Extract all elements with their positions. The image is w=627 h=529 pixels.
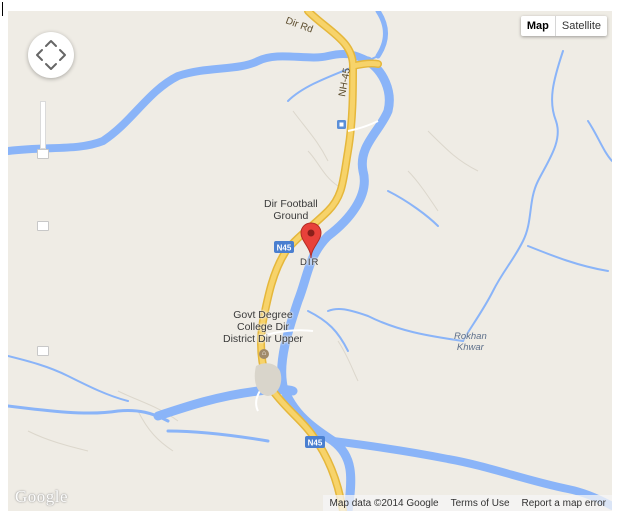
terrain-lines bbox=[27, 110, 479, 452]
zoom-in-button[interactable] bbox=[37, 149, 49, 159]
pan-control-icon bbox=[36, 40, 66, 70]
n45-shield-a: N45 bbox=[274, 241, 294, 253]
n45-shield-b: N45 bbox=[305, 436, 325, 448]
terms-of-use-link[interactable]: Terms of Use bbox=[445, 498, 516, 509]
google-logo-text: Google bbox=[15, 487, 69, 506]
place-dir-football-ground: Dir Football Ground bbox=[264, 198, 318, 222]
text-cursor bbox=[2, 2, 3, 16]
google-logo[interactable]: Google bbox=[15, 487, 68, 507]
report-map-error-link[interactable]: Report a map error bbox=[516, 498, 612, 509]
rokhan-khwar-label: Rokhan Khwar bbox=[454, 331, 487, 353]
map-type-control: Map Satellite bbox=[520, 16, 607, 36]
water-label-rokhan-khwar: Rokhan Khwar bbox=[454, 331, 487, 353]
place-dir-football-ground-label: Dir Football Ground bbox=[264, 198, 318, 222]
map-canvas[interactable]: Dir Rd NH-45 N45 N45 Dir Football Ground… bbox=[8, 11, 612, 511]
road-label-dir-rd: Dir Rd bbox=[284, 15, 314, 35]
n45-label-b: N45 bbox=[308, 439, 323, 448]
pan-control[interactable] bbox=[28, 32, 74, 78]
zoom-control[interactable] bbox=[37, 101, 49, 381]
zoom-slider-handle[interactable] bbox=[37, 221, 49, 231]
place-college-label: Govt Degree College Dir District Dir Upp… bbox=[223, 309, 303, 345]
zoom-out-button[interactable] bbox=[37, 346, 49, 356]
n45-label-a: N45 bbox=[277, 244, 292, 253]
poi-icon bbox=[337, 120, 346, 129]
map-footer: Map data ©2014 Google Terms of Use Repor… bbox=[323, 495, 612, 511]
map-type-map-button[interactable]: Map bbox=[521, 16, 555, 36]
place-govt-degree-college: Govt Degree College Dir District Dir Upp… bbox=[223, 309, 303, 345]
map-data-attribution: Map data ©2014 Google bbox=[329, 497, 439, 509]
map-type-satellite-button[interactable]: Satellite bbox=[554, 16, 607, 36]
map-marker-icon[interactable] bbox=[300, 222, 322, 260]
zoom-track[interactable] bbox=[40, 101, 46, 149]
school-icon[interactable]: ⌂ bbox=[259, 349, 269, 359]
